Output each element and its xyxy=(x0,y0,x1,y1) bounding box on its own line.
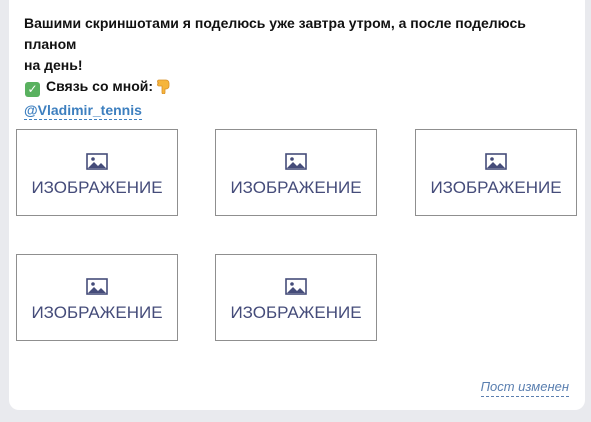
image-placeholder-5[interactable]: ИЗОБРАЖЕНИЕ xyxy=(215,254,377,341)
hand-pointing-down-icon xyxy=(155,77,172,100)
image-icon xyxy=(485,153,507,170)
contact-line: ✓ Связь со мной: xyxy=(24,76,574,100)
post-text-line-2: на день! xyxy=(24,57,83,73)
image-icon xyxy=(86,278,108,295)
image-label: ИЗОБРАЖЕНИЕ xyxy=(430,178,562,197)
image-icon xyxy=(285,153,307,170)
post-text-line-1: Вашими скриншотами я поделюсь уже завтра… xyxy=(24,15,526,52)
image-placeholder-4[interactable]: ИЗОБРАЖЕНИЕ xyxy=(16,254,178,341)
image-placeholder-3[interactable]: ИЗОБРАЖЕНИЕ xyxy=(415,129,577,216)
image-placeholder-1[interactable]: ИЗОБРАЖЕНИЕ xyxy=(16,129,178,216)
post-card: Вашими скриншотами я поделюсь уже завтра… xyxy=(9,0,585,410)
contact-label: Связь со мной: xyxy=(46,78,154,94)
image-label: ИЗОБРАЖЕНИЕ xyxy=(230,303,362,322)
post-text: Вашими скриншотами я поделюсь уже завтра… xyxy=(24,13,574,121)
image-label: ИЗОБРАЖЕНИЕ xyxy=(31,303,163,322)
image-icon xyxy=(86,153,108,170)
image-label: ИЗОБРАЖЕНИЕ xyxy=(230,178,362,197)
image-placeholder-2[interactable]: ИЗОБРАЖЕНИЕ xyxy=(215,129,377,216)
mention-line: @Vladimir_tennis xyxy=(24,100,574,121)
mention-link[interactable]: @Vladimir_tennis xyxy=(24,102,142,120)
check-mark-icon: ✓ xyxy=(25,82,40,97)
post-edited-link[interactable]: Пост изменен xyxy=(480,379,569,397)
image-icon xyxy=(285,278,307,295)
image-label: ИЗОБРАЖЕНИЕ xyxy=(31,178,163,197)
